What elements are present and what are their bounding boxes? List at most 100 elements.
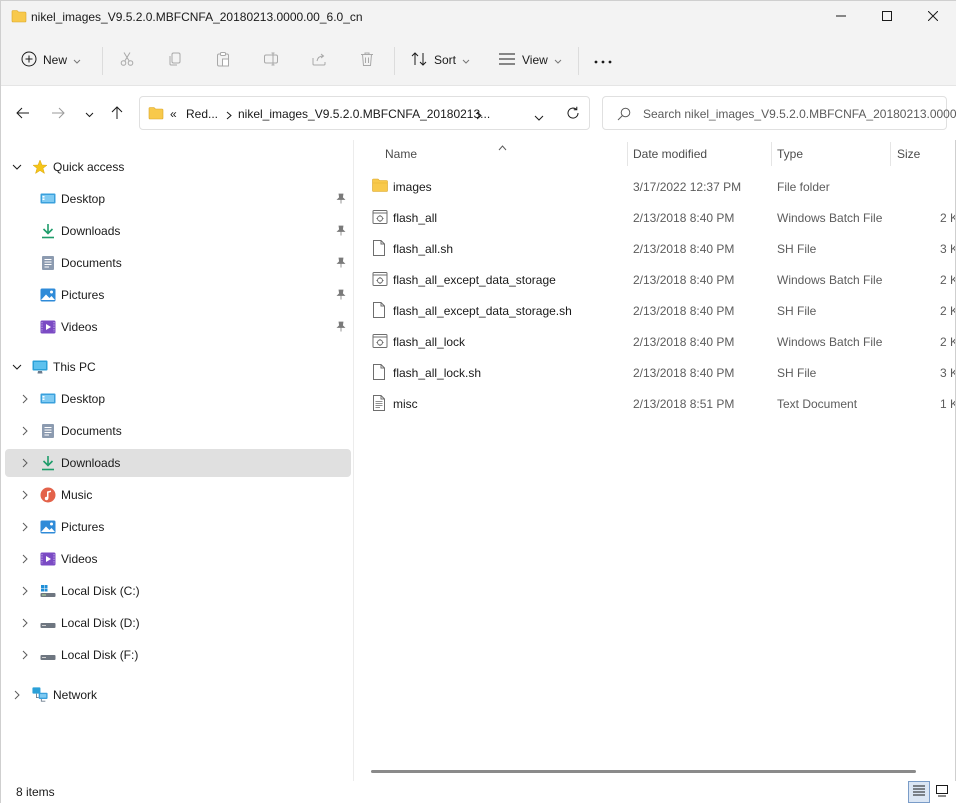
file-explorer-window: nikel_images_V9.5.2.0.MBFCNFA_20180213.0…	[0, 0, 956, 803]
sidebar-item-label: Desktop	[61, 392, 106, 406]
status-bar: 8 items	[1, 781, 956, 803]
paste-button[interactable]	[207, 45, 239, 75]
sort-button[interactable]: Sort	[410, 45, 470, 75]
file-row-flash-all[interactable]: flash_all 2/13/2018 8:40 PM Windows Batc…	[355, 202, 955, 233]
chevron-right-icon[interactable]	[19, 425, 31, 437]
delete-button[interactable]	[351, 45, 383, 75]
drive-icon	[40, 615, 56, 631]
title-bar[interactable]: nikel_images_V9.5.2.0.MBFCNFA_20180213.0…	[1, 1, 956, 33]
sidebar-item-pictures[interactable]: Pictures	[5, 281, 351, 309]
chevron-right-icon[interactable]	[226, 109, 232, 123]
large-icons-view-button[interactable]	[931, 781, 953, 803]
up-button[interactable]	[105, 102, 129, 126]
sidebar-item-label: Desktop	[61, 192, 106, 206]
pin-icon[interactable]	[336, 225, 346, 239]
sidebar-item-pc-desktop[interactable]: Desktop	[5, 385, 351, 413]
cut-button[interactable]	[111, 45, 143, 75]
column-divider[interactable]	[771, 142, 772, 166]
breadcrumb-item[interactable]: Red...	[186, 107, 218, 121]
sidebar-item-quick-access[interactable]: Quick access	[5, 153, 351, 181]
pin-icon[interactable]	[336, 321, 346, 335]
chevron-right-icon[interactable]	[11, 689, 23, 701]
maximize-button[interactable]	[864, 1, 910, 33]
file-name: flash_all_except_data_storage.sh	[393, 304, 572, 318]
sidebar-item-desktop[interactable]: Desktop	[5, 185, 351, 213]
share-button[interactable]	[303, 45, 335, 75]
file-row-flash-all-except-data-storage[interactable]: flash_all_except_data_storage 2/13/2018 …	[355, 264, 955, 295]
pin-icon[interactable]	[336, 289, 346, 303]
file-row-flash-all-lock[interactable]: flash_all_lock 2/13/2018 8:40 PM Windows…	[355, 326, 955, 357]
sidebar-item-pc-music[interactable]: Music	[5, 481, 351, 509]
sidebar-item-pc-downloads[interactable]: Downloads	[5, 449, 351, 477]
search-input[interactable]: Search nikel_images_V9.5.2.0.MBFCNFA_201…	[643, 107, 956, 121]
close-button[interactable]	[910, 1, 956, 33]
column-header-size[interactable]: Size	[897, 140, 955, 168]
forward-button[interactable]	[46, 102, 70, 126]
chevron-right-icon[interactable]	[19, 489, 31, 501]
breadcrumb-item[interactable]: nikel_images_V9.5.2.0.MBFCNFA_20180213..…	[238, 107, 490, 121]
folder-icon	[11, 9, 27, 26]
file-size: 3 K	[940, 242, 955, 256]
cut-icon	[119, 51, 135, 70]
rename-button[interactable]	[255, 45, 287, 75]
rename-icon	[263, 51, 279, 70]
new-button[interactable]: New	[21, 45, 81, 75]
sidebar-item-videos[interactable]: Videos	[5, 313, 351, 341]
chevron-right-icon[interactable]	[19, 553, 31, 565]
sidebar-item-network[interactable]: Network	[5, 681, 351, 709]
pin-icon[interactable]	[336, 193, 346, 207]
file-row-images[interactable]: images 3/17/2022 12:37 PM File folder	[355, 171, 955, 202]
batch-file-icon	[372, 209, 388, 225]
column-divider[interactable]	[627, 142, 628, 166]
sidebar-item-label: Videos	[61, 552, 98, 566]
sidebar-item-downloads[interactable]: Downloads	[5, 217, 351, 245]
chevron-right-icon[interactable]	[19, 585, 31, 597]
back-button[interactable]	[11, 102, 35, 126]
column-header-date[interactable]: Date modified	[633, 140, 769, 168]
documents-icon	[40, 255, 56, 271]
chevron-down-icon	[554, 53, 562, 67]
chevron-right-icon[interactable]	[19, 521, 31, 533]
sidebar-item-local-disk-d[interactable]: Local Disk (D:)	[5, 609, 351, 637]
minimize-icon	[836, 10, 846, 24]
copy-button[interactable]	[159, 45, 191, 75]
details-view-button[interactable]	[908, 781, 930, 803]
sidebar-item-local-disk-c[interactable]: Local Disk (C:)	[5, 577, 351, 605]
sidebar-item-pc-pictures[interactable]: Pictures	[5, 513, 351, 541]
refresh-icon[interactable]	[566, 106, 580, 123]
windows-drive-icon	[40, 583, 56, 599]
chevron-right-icon[interactable]	[476, 109, 482, 123]
address-bar[interactable]: « Red... nikel_images_V9.5.2.0.MBFCNFA_2…	[139, 96, 590, 130]
recent-locations-button[interactable]	[77, 102, 101, 126]
breadcrumb-overflow[interactable]: «	[170, 107, 177, 121]
chevron-right-icon[interactable]	[19, 393, 31, 405]
file-row-flash-all-sh[interactable]: flash_all.sh 2/13/2018 8:40 PM SH File 3…	[355, 233, 955, 264]
horizontal-scrollbar[interactable]	[371, 770, 916, 773]
column-header-name[interactable]: Name	[385, 140, 625, 168]
sidebar-item-documents[interactable]: Documents	[5, 249, 351, 277]
sidebar-item-local-disk-f[interactable]: Local Disk (F:)	[5, 641, 351, 669]
file-row-flash-all-lock-sh[interactable]: flash_all_lock.sh 2/13/2018 8:40 PM SH F…	[355, 357, 955, 388]
sidebar-item-label: Documents	[61, 256, 122, 270]
sidebar-item-pc-videos[interactable]: Videos	[5, 545, 351, 573]
view-button[interactable]: View	[498, 45, 562, 75]
pin-icon[interactable]	[336, 257, 346, 271]
chevron-right-icon[interactable]	[19, 617, 31, 629]
sidebar-item-pc-documents[interactable]: Documents	[5, 417, 351, 445]
file-row-misc[interactable]: misc 2/13/2018 8:51 PM Text Document 1 K	[355, 388, 955, 419]
chevron-right-icon[interactable]	[19, 649, 31, 661]
chevron-down-icon[interactable]	[11, 161, 23, 173]
column-divider[interactable]	[890, 142, 891, 166]
text-file-icon	[372, 395, 388, 411]
search-box[interactable]: Search nikel_images_V9.5.2.0.MBFCNFA_201…	[602, 96, 956, 130]
minimize-button[interactable]	[818, 1, 864, 33]
chevron-down-icon[interactable]	[11, 361, 23, 373]
chevron-right-icon[interactable]	[19, 457, 31, 469]
file-date: 2/13/2018 8:40 PM	[633, 304, 735, 318]
chevron-down-icon[interactable]	[534, 110, 544, 124]
see-more-button[interactable]	[587, 45, 619, 75]
file-row-flash-all-except-data-storage-sh[interactable]: flash_all_except_data_storage.sh 2/13/20…	[355, 295, 955, 326]
chevron-down-icon	[73, 53, 81, 67]
column-header-type[interactable]: Type	[777, 140, 887, 168]
sidebar-item-this-pc[interactable]: This PC	[5, 353, 351, 381]
